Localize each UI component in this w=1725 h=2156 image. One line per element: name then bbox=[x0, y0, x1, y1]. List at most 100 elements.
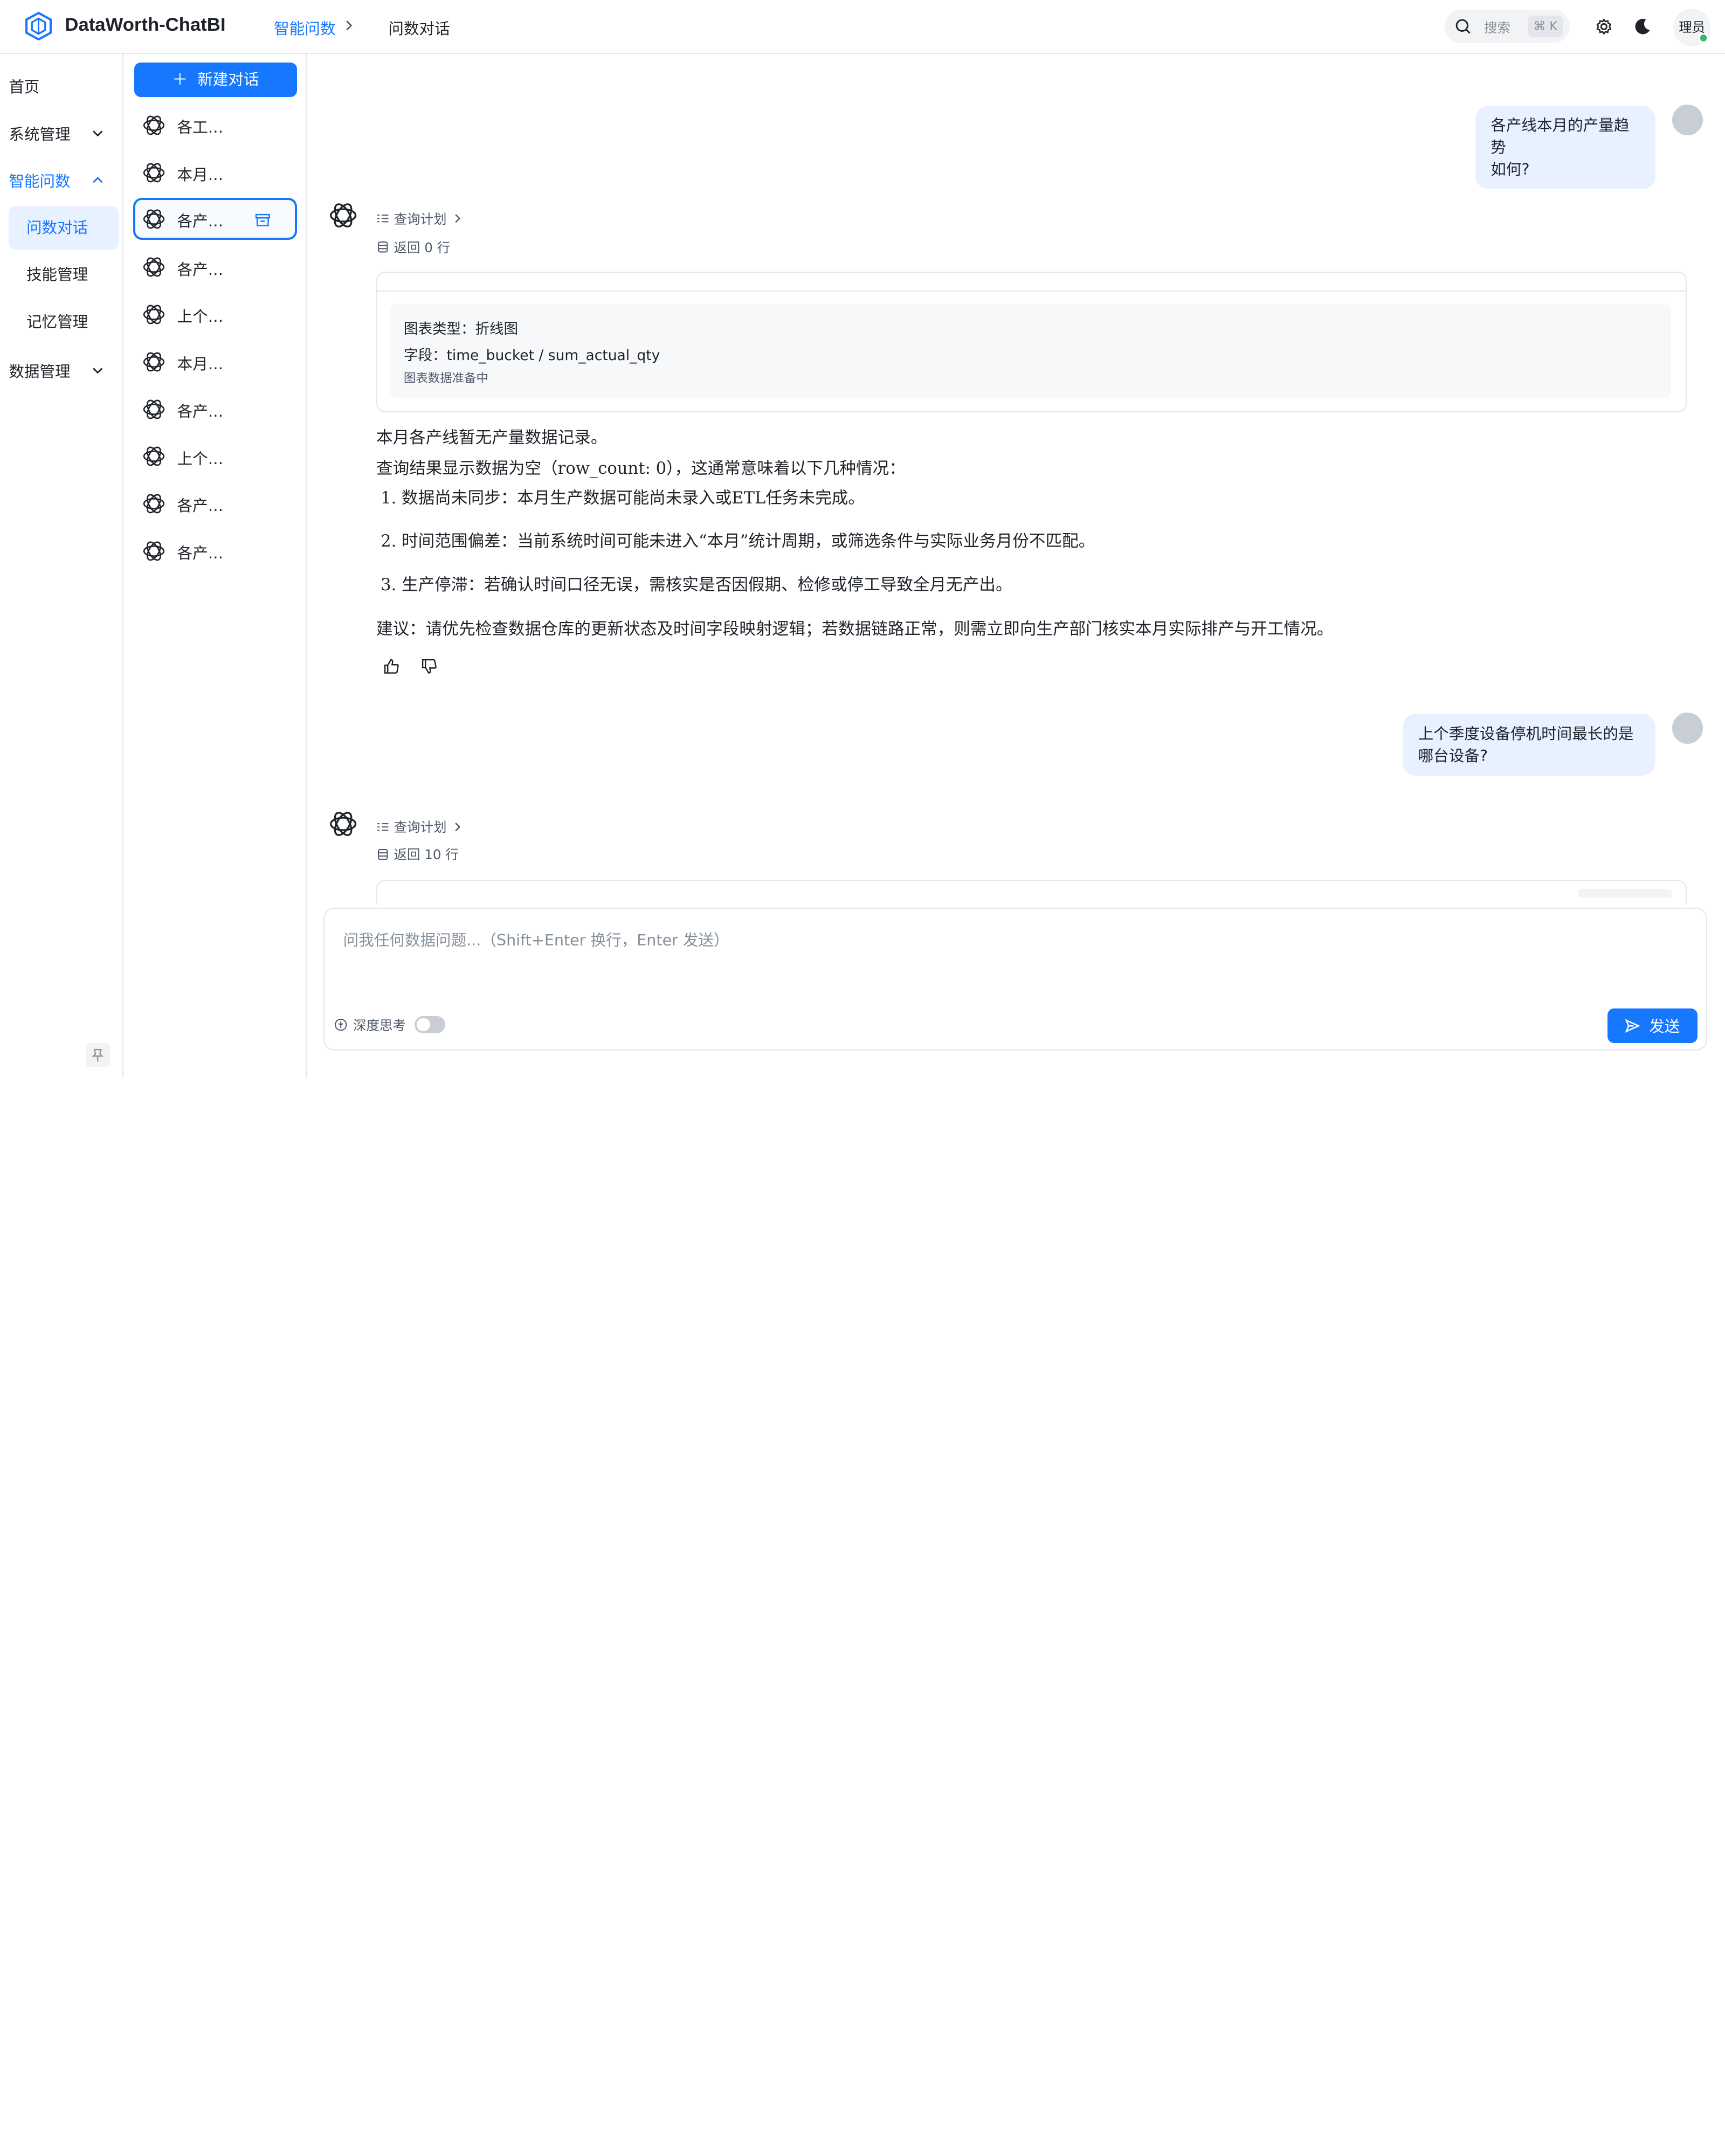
chevron-right-icon bbox=[454, 822, 460, 831]
conversation-title: 各工… bbox=[177, 118, 224, 137]
deep-think-label: 深度思考 bbox=[353, 1017, 406, 1033]
conversation-title: 各产… bbox=[177, 496, 224, 515]
card-divider bbox=[377, 290, 1686, 292]
answer-list-item: 1. 数据尚未同步：本月生产数据可能尚未录入或ETL任务未完成。 bbox=[381, 488, 865, 508]
view-toggle-tabs[interactable] bbox=[1577, 888, 1672, 898]
conversation-item[interactable]: 各产… bbox=[133, 246, 297, 288]
user-avatar-small bbox=[1672, 104, 1703, 136]
conversation-item[interactable]: 本月… bbox=[133, 341, 297, 383]
search-label: 搜索 bbox=[1484, 19, 1510, 36]
new-chat-label: 新建对话 bbox=[197, 70, 259, 89]
chart-status-text: 图表数据准备中 bbox=[403, 371, 488, 385]
chart-type-text: 图表类型：折线图 bbox=[403, 320, 519, 337]
answer-line: 查询结果显示数据为空（row_count: 0），这通常意味着以下几种情况： bbox=[376, 459, 906, 478]
brand-name: DataWorth-ChatBI bbox=[65, 14, 226, 35]
conversation-item[interactable]: 各产… bbox=[133, 388, 297, 430]
nav-sub-memory[interactable]: 记忆管理 bbox=[9, 300, 119, 344]
answer-line: 本月各产线暂无产量数据记录。 bbox=[376, 428, 608, 447]
result-card bbox=[376, 880, 1687, 904]
breadcrumb-parent[interactable]: 智能问数 bbox=[274, 17, 335, 39]
row-count: 返回 0 行 bbox=[376, 238, 450, 257]
ai-logo-icon bbox=[143, 397, 165, 421]
query-plan-label: 查询计划 bbox=[394, 819, 447, 835]
conversation-item[interactable]: 各产… bbox=[133, 530, 297, 572]
conversation-title: 各产… bbox=[177, 211, 224, 230]
user-message-line: 上个季度设备停机时间最长的是 bbox=[1418, 724, 1634, 743]
conversation-list: ＋ 新建对话 各工… 本月… 各产… 各产… 上个… 本月… 各产… 上个… 各… bbox=[124, 53, 307, 1078]
online-status-dot bbox=[1698, 33, 1709, 43]
answer-list-item: 3. 生产停滞：若确认时间口径无误，需核实是否因假期、检修或停工导致全月无产出。 bbox=[381, 576, 1012, 595]
thumbs-down-icon[interactable] bbox=[420, 658, 438, 675]
ai-logo-icon bbox=[143, 207, 165, 231]
conversation-item[interactable]: 上个… bbox=[133, 436, 297, 478]
ai-logo-icon bbox=[143, 445, 165, 468]
chat-input-box: 问我任何数据问题...（Shift+Enter 换行，Enter 发送） 深度思… bbox=[323, 907, 1708, 1051]
thumbs-up-icon[interactable] bbox=[383, 658, 401, 675]
conversation-item[interactable]: 本月… bbox=[133, 152, 297, 194]
deep-think-control: 深度思考 bbox=[334, 1015, 446, 1034]
nav-item-data[interactable]: 数据管理 bbox=[9, 360, 70, 382]
ai-logo-icon bbox=[143, 255, 165, 279]
brain-icon bbox=[335, 1018, 347, 1031]
chart-card: 图表类型：折线图 字段：time_bucket / sum_actual_qty… bbox=[376, 272, 1687, 413]
conversation-title: 本月… bbox=[177, 165, 224, 184]
archive-icon[interactable] bbox=[254, 211, 272, 229]
conversation-title: 各产… bbox=[177, 402, 224, 420]
ai-logo-icon bbox=[143, 350, 165, 374]
conversation-title: 上个… bbox=[177, 307, 224, 326]
chevron-right-icon bbox=[346, 20, 352, 31]
ai-logo-icon bbox=[143, 492, 165, 516]
nav-sub-chat[interactable]: 问数对话 bbox=[9, 205, 119, 250]
ai-logo-icon bbox=[143, 539, 165, 563]
search-shortcut: ⌘ K bbox=[1528, 15, 1563, 38]
chart-fields-text: 字段：time_bucket / sum_actual_qty bbox=[403, 347, 660, 364]
user-message-line: 如何? bbox=[1491, 160, 1530, 178]
chevron-down-icon[interactable] bbox=[90, 126, 106, 141]
user-message: 各产线本月的产量趋势 如何? bbox=[1475, 105, 1656, 189]
new-chat-button[interactable]: ＋ 新建对话 bbox=[134, 63, 297, 97]
row-count: 返回 10 行 bbox=[376, 845, 459, 863]
search-box[interactable]: 搜索 ⌘ K bbox=[1444, 10, 1570, 43]
list-icon bbox=[377, 215, 389, 223]
conversation-item[interactable]: 各工… bbox=[133, 105, 297, 147]
row-count-text: 返回 10 行 bbox=[394, 847, 459, 863]
query-plan-toggle[interactable]: 查询计划 bbox=[376, 209, 464, 228]
deep-think-toggle[interactable] bbox=[415, 1015, 446, 1034]
send-label: 发送 bbox=[1649, 1017, 1680, 1036]
nav-item-smart-query[interactable]: 智能问数 bbox=[9, 169, 70, 191]
conversation-item[interactable]: 各产… bbox=[133, 483, 297, 525]
row-count-text: 返回 0 行 bbox=[394, 239, 451, 255]
logo-icon bbox=[25, 12, 52, 41]
chat-input[interactable]: 问我任何数据问题...（Shift+Enter 换行，Enter 发送） bbox=[343, 928, 729, 950]
conversation-title: 各产… bbox=[177, 544, 224, 563]
gear-icon[interactable] bbox=[1594, 17, 1614, 37]
search-icon bbox=[1455, 19, 1471, 34]
list-icon bbox=[377, 823, 389, 831]
nav-sub-skills[interactable]: 技能管理 bbox=[9, 253, 119, 297]
chart-placeholder: 图表类型：折线图 字段：time_bucket / sum_actual_qty… bbox=[390, 303, 1671, 398]
sidebar-nav: 首页 系统管理 智能问数 问数对话 技能管理 记忆管理 数据管理 bbox=[0, 53, 123, 1078]
chevron-up-icon[interactable] bbox=[90, 172, 106, 188]
top-header: DataWorth-ChatBI 智能问数 问数对话 搜索 ⌘ K 理员 bbox=[0, 0, 1725, 54]
send-icon bbox=[1625, 1019, 1640, 1033]
pin-sidebar-button[interactable] bbox=[86, 1042, 111, 1067]
nav-item-system[interactable]: 系统管理 bbox=[9, 122, 70, 144]
nav-item-home[interactable]: 首页 bbox=[9, 75, 39, 97]
breadcrumb-current: 问数对话 bbox=[388, 19, 450, 38]
pin-icon bbox=[92, 1048, 104, 1062]
chevron-right-icon bbox=[454, 214, 460, 223]
user-avatar-small bbox=[1672, 713, 1703, 744]
conversation-title: 本月… bbox=[177, 355, 224, 374]
conversation-item[interactable]: 上个… bbox=[133, 294, 297, 336]
conversation-item-selected[interactable]: 各产… bbox=[133, 198, 297, 240]
app-root: DataWorth-ChatBI 智能问数 问数对话 搜索 ⌘ K 理员 首页 … bbox=[0, 0, 1725, 1078]
user-message: 上个季度设备停机时间最长的是 哪台设备? bbox=[1403, 714, 1656, 776]
query-plan-toggle[interactable]: 查询计划 bbox=[376, 817, 464, 836]
chevron-down-icon[interactable] bbox=[90, 363, 106, 378]
ai-logo-icon bbox=[330, 201, 357, 231]
conversation-title: 上个… bbox=[177, 449, 224, 468]
query-plan-label: 查询计划 bbox=[394, 211, 447, 227]
send-button[interactable]: 发送 bbox=[1607, 1008, 1698, 1043]
ai-logo-icon bbox=[143, 161, 165, 185]
moon-icon[interactable] bbox=[1633, 17, 1653, 37]
